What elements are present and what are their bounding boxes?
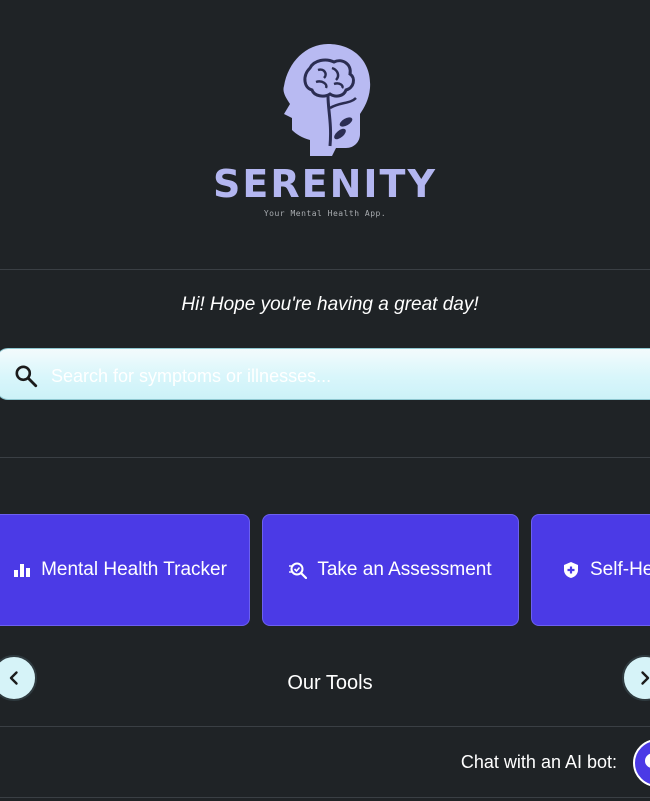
tool-card-label: Take an Assessment	[317, 559, 492, 580]
search-icon	[15, 365, 38, 388]
chevron-right-icon	[641, 671, 650, 685]
search-bar[interactable]	[0, 348, 650, 400]
chat-label: Chat with an AI bot:	[460, 752, 617, 772]
chat-bot-button[interactable]	[633, 739, 650, 787]
divider	[0, 726, 650, 727]
tool-card-label: Mental Health Tracker	[41, 559, 227, 580]
greeting-text: Hi! Hope you're having a great day!	[181, 294, 479, 315]
head-brain-logo-icon	[283, 44, 371, 156]
bar-chart-icon	[14, 564, 31, 577]
tagline: Your Mental Health App.	[263, 209, 387, 218]
tool-card-label: Self-He	[590, 559, 650, 580]
divider	[0, 269, 650, 270]
divider	[0, 797, 650, 798]
tools-section-title: Our Tools	[287, 672, 373, 694]
brand-name: SERENITY	[213, 162, 437, 206]
search-input[interactable]	[49, 357, 613, 395]
chat-bubble-icon	[645, 753, 650, 768]
logo	[0, 38, 650, 158]
magnifier-check-icon	[289, 562, 308, 579]
divider	[0, 457, 650, 458]
tool-card-mental-health-tracker[interactable]: Mental Health Tracker	[0, 514, 250, 626]
shield-icon	[564, 562, 578, 578]
tool-card-self-help[interactable]: Self-He	[531, 514, 650, 626]
tool-card-take-assessment[interactable]: Take an Assessment	[262, 514, 519, 626]
page: SERENITY Your Mental Health App. Hi! Hop…	[0, 0, 650, 801]
